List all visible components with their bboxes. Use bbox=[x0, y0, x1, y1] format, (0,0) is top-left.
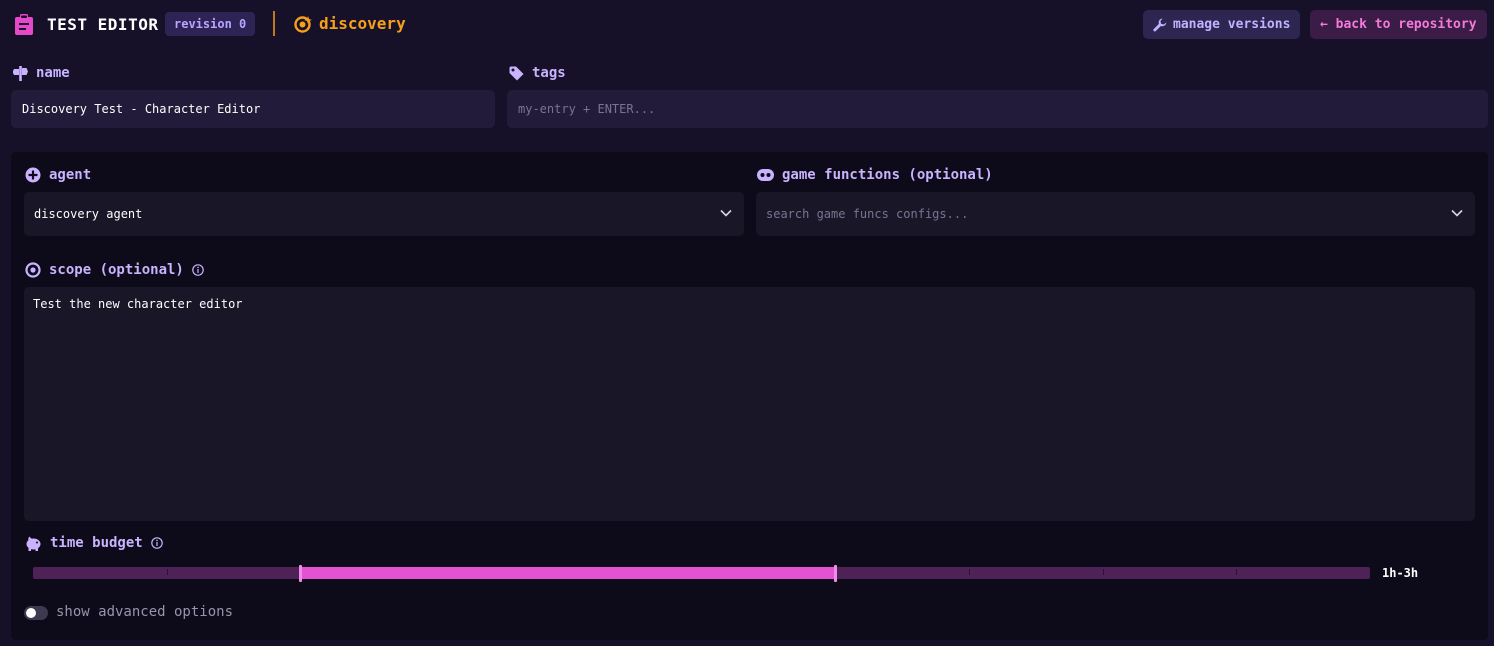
agent-select-value: discovery agent bbox=[34, 207, 143, 221]
advanced-options-toggle[interactable] bbox=[24, 606, 48, 620]
tag-icon bbox=[509, 66, 524, 80]
name-label: name bbox=[13, 65, 70, 81]
info-icon[interactable] bbox=[192, 264, 204, 276]
time-budget-value: 1h-3h bbox=[1382, 566, 1419, 580]
chevron-down-icon bbox=[1451, 209, 1463, 217]
slider-tick bbox=[167, 569, 168, 575]
scope-textarea[interactable]: Test the new character editor bbox=[24, 287, 1475, 521]
wrench-icon bbox=[1153, 18, 1167, 31]
slider-tick bbox=[969, 569, 970, 575]
advanced-options-label: show advanced options bbox=[56, 604, 234, 620]
slider-end-handle[interactable] bbox=[833, 565, 837, 582]
game-functions-select[interactable]: search game funcs configs... bbox=[756, 192, 1475, 236]
revision-badge: revision 0 bbox=[165, 12, 256, 36]
scope-label: scope (optional) bbox=[25, 262, 204, 278]
piggy-bank-icon bbox=[26, 536, 41, 551]
toggle-knob bbox=[26, 608, 36, 618]
back-to-repository-label: ← back to repository bbox=[1320, 17, 1477, 32]
name-input[interactable]: Discovery Test - Character Editor bbox=[11, 90, 495, 128]
slider-start-handle[interactable] bbox=[298, 565, 302, 582]
target-search-icon bbox=[294, 16, 312, 33]
clipboard-icon bbox=[15, 14, 33, 35]
info-icon[interactable] bbox=[150, 537, 163, 549]
game-functions-label: game functions (optional) bbox=[757, 167, 993, 183]
manage-versions-label: manage versions bbox=[1173, 17, 1291, 32]
tags-input[interactable]: my-entry + ENTER... bbox=[507, 90, 1488, 128]
tags-label: tags bbox=[509, 65, 566, 81]
mode-label: discovery bbox=[319, 14, 406, 33]
signpost-icon bbox=[13, 65, 28, 81]
page-title: TEST EDITOR bbox=[47, 15, 159, 34]
header-divider bbox=[273, 11, 275, 36]
chevron-down-icon bbox=[720, 209, 732, 217]
puzzle-icon bbox=[25, 167, 41, 183]
back-to-repository-button[interactable]: ← back to repository bbox=[1310, 10, 1487, 39]
time-budget-label: time budget bbox=[25, 535, 163, 551]
slider-tick bbox=[1103, 569, 1104, 575]
agent-label: agent bbox=[25, 167, 91, 183]
slider-tick bbox=[1236, 569, 1237, 575]
game-functions-placeholder: search game funcs configs... bbox=[766, 207, 969, 221]
manage-versions-button[interactable]: manage versions bbox=[1143, 10, 1301, 39]
time-budget-slider[interactable] bbox=[33, 565, 1370, 582]
gamepad-icon bbox=[757, 169, 774, 181]
agent-select[interactable]: discovery agent bbox=[24, 192, 744, 236]
scope-target-icon bbox=[25, 262, 41, 278]
slider-selected-range bbox=[300, 567, 836, 579]
